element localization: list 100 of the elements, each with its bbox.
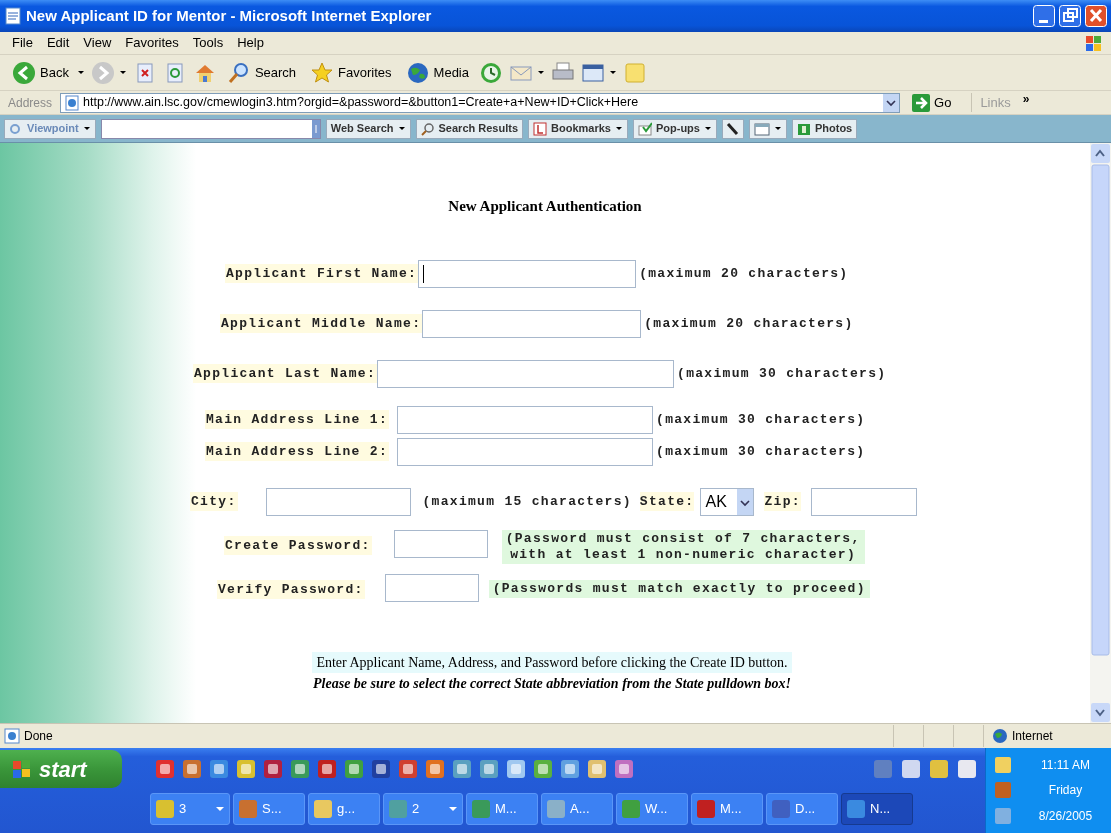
taskbar-button[interactable]: M...: [691, 793, 763, 825]
app-icon[interactable]: [533, 759, 553, 779]
field-label: Main Address Line 2:: [205, 441, 390, 462]
app-icon[interactable]: [236, 759, 256, 779]
toolbar-button[interactable]: Pop-ups: [632, 118, 717, 139]
text-field[interactable]: [265, 487, 411, 516]
menu-item[interactable]: Tools: [192, 33, 224, 53]
scrollbar[interactable]: [1090, 143, 1111, 723]
text-field[interactable]: [397, 405, 654, 434]
text-field[interactable]: [810, 487, 917, 516]
app-icon[interactable]: [290, 759, 310, 779]
field-label: State:: [639, 491, 695, 512]
minimize-button[interactable]: [1033, 5, 1055, 27]
menu-item[interactable]: File: [12, 33, 33, 53]
menu-item[interactable]: Favorites: [125, 33, 179, 53]
address-field[interactable]: http://www.ain.lsc.gov/cmewlogin3.htm?orgid=&password=&button1=Create+a+New+ID+Click+Here: [60, 92, 901, 113]
start-button[interactable]: start: [0, 750, 122, 788]
taskbar-button[interactable]: 2: [383, 793, 463, 825]
clock-day: Friday: [1048, 781, 1083, 800]
photos-icon: [796, 121, 811, 136]
caret-icon[interactable]: [609, 70, 617, 75]
app-icon[interactable]: [452, 759, 472, 779]
caret-icon[interactable]: [537, 70, 545, 75]
tray-icon[interactable]: [994, 755, 1012, 774]
password-field[interactable]: [384, 573, 479, 602]
app-icon[interactable]: [182, 759, 202, 779]
app-icon[interactable]: [209, 759, 229, 779]
close-button[interactable]: [1085, 5, 1107, 27]
window-title: New Applicant ID for Mentor - Microsoft Internet Explorer: [26, 5, 433, 26]
page-heading: New Applicant Authentication: [448, 197, 642, 216]
clock-icon[interactable]: [479, 60, 503, 85]
hint-text: (maximum 30 characters): [656, 410, 866, 429]
tray-icon[interactable]: [901, 759, 921, 779]
caret-icon[interactable]: [118, 70, 127, 75]
app-icon[interactable]: [614, 759, 634, 779]
hint-text: (Password must consist of 7 characters, with at least 1 non-numeric character): [501, 529, 865, 564]
taskbar-button[interactable]: S...: [233, 793, 305, 825]
field-label: Applicant Last Name:: [193, 363, 378, 384]
window-icon: [753, 121, 770, 136]
dropdown-button[interactable]: [883, 93, 900, 112]
toolbar-button[interactable]: Search Results: [415, 118, 523, 139]
app-icon: [546, 799, 566, 819]
taskbar-button[interactable]: A...: [541, 793, 613, 825]
app-icon[interactable]: [506, 759, 526, 779]
text-field[interactable]: [397, 437, 654, 466]
go-button[interactable]: Go: [912, 92, 952, 113]
search-icon: [420, 121, 435, 136]
caret-icon[interactable]: [82, 126, 91, 131]
taskbar-button[interactable]: 3: [150, 793, 230, 825]
caret-icon[interactable]: [76, 70, 85, 75]
taskbar-button[interactable]: D...: [766, 793, 838, 825]
app-icon[interactable]: [587, 759, 607, 779]
app-icon[interactable]: [425, 759, 445, 779]
restore-button[interactable]: [1059, 5, 1081, 27]
menu-item[interactable]: Help: [237, 33, 264, 53]
star-icon: [310, 60, 335, 85]
toolbar-button[interactable]: Web Search: [325, 118, 411, 139]
taskbar-button[interactable]: g...: [308, 793, 380, 825]
app-icon[interactable]: [479, 759, 499, 779]
text-field[interactable]: [418, 259, 637, 288]
toolbar-button[interactable]: Media: [401, 58, 473, 87]
popup-blocker-icon: [637, 121, 652, 136]
warning-text: Please be sure to select the correct State abbreviation from the State pulldown box!: [312, 674, 792, 693]
toolbar-button[interactable]: Photos: [791, 118, 858, 139]
caret-icon[interactable]: [397, 126, 406, 131]
toolbar-button[interactable]: Bookmarks: [528, 118, 628, 139]
search-field[interactable]: [100, 118, 321, 139]
app-icon[interactable]: [344, 759, 364, 779]
app-icon[interactable]: [371, 759, 391, 779]
tray-icon[interactable]: [929, 759, 949, 779]
hint-text: (maximum 30 characters): [677, 364, 887, 383]
tray-icon[interactable]: [957, 759, 977, 779]
app-icon[interactable]: [263, 759, 283, 779]
menu-item[interactable]: Edit: [46, 33, 70, 53]
app-icon[interactable]: [155, 759, 175, 779]
app-icon: [621, 799, 641, 819]
address-label: Address: [7, 94, 54, 112]
app-icon[interactable]: [560, 759, 580, 779]
toolbar-button[interactable]: Favorites: [306, 58, 396, 87]
caret-icon[interactable]: [773, 126, 782, 131]
text-field[interactable]: [377, 359, 675, 388]
app-icon: [846, 799, 866, 819]
field-label: Zip:: [764, 491, 801, 512]
taskbar-button[interactable]: W...: [616, 793, 688, 825]
more-button[interactable]: »: [1022, 89, 1030, 108]
hint-text: (maximum 30 characters): [656, 442, 866, 461]
hint-text: (maximum 20 characters): [639, 264, 849, 283]
app-icon[interactable]: [317, 759, 337, 779]
menu-item[interactable]: View: [83, 33, 112, 53]
caret-icon[interactable]: [703, 126, 712, 131]
toolbar-button[interactable]: Back: [8, 58, 73, 87]
state-dropdown[interactable]: AK: [700, 487, 755, 516]
app-icon[interactable]: [398, 759, 418, 779]
taskbar-button[interactable]: N...: [841, 793, 913, 825]
taskbar-button[interactable]: M...: [466, 793, 538, 825]
text-field[interactable]: [422, 309, 642, 338]
caret-icon[interactable]: [614, 126, 623, 131]
password-field[interactable]: [393, 529, 488, 558]
pencil-icon[interactable]: [721, 118, 744, 139]
toolbar-button[interactable]: Search: [222, 58, 301, 87]
